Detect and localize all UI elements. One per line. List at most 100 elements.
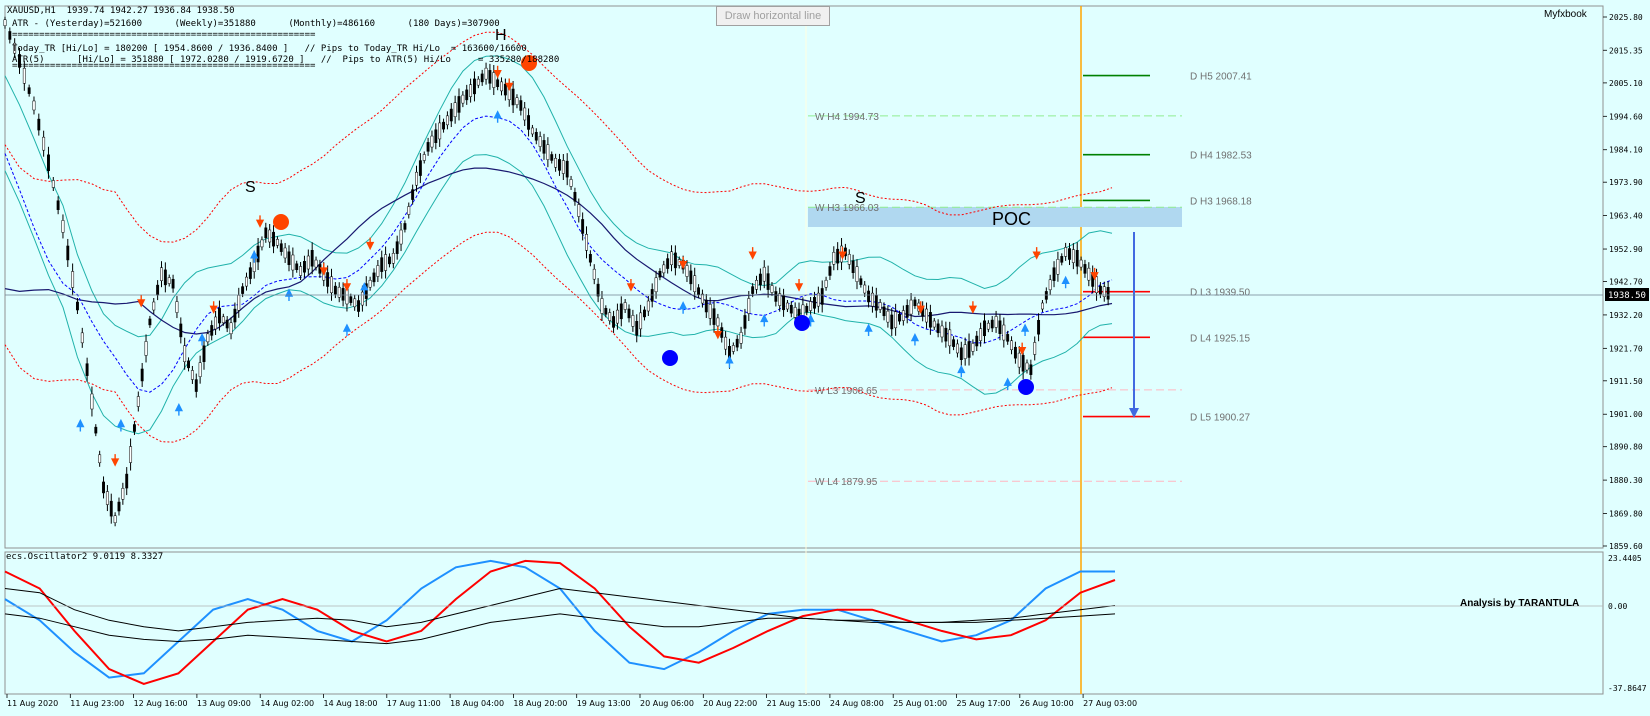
candle-body — [275, 239, 279, 246]
candle-body — [708, 304, 712, 319]
pivot-level-label: D H4 1982.53 — [1190, 151, 1252, 162]
candle-body — [183, 345, 187, 363]
candle-body — [187, 360, 190, 369]
candle-body — [1017, 352, 1021, 368]
candle-body — [476, 78, 480, 86]
candle-body — [407, 206, 411, 215]
candle-body — [457, 96, 461, 113]
candle-body — [121, 488, 125, 500]
candle-body — [959, 347, 963, 361]
candle-body — [272, 231, 275, 247]
candle-body — [898, 313, 901, 322]
candle-body — [565, 160, 569, 178]
candle-body — [700, 293, 704, 304]
candle-body — [836, 248, 840, 264]
candle-body — [75, 301, 79, 311]
pivot-level-label: W L4 1879.95 — [815, 477, 878, 488]
candle-body — [530, 127, 534, 135]
y-tick-label: 1859.60 — [1609, 542, 1643, 551]
x-tick-label: 20 Aug 06:00 — [640, 699, 694, 708]
x-tick-label: 25 Aug 01:00 — [893, 699, 947, 708]
candle-body — [306, 255, 310, 270]
candle-body — [774, 291, 778, 302]
candle-body — [1048, 279, 1052, 291]
candle-body — [952, 339, 956, 347]
candle-body — [693, 275, 697, 292]
header-separator: ========================================… — [12, 30, 316, 40]
candle-body — [990, 319, 994, 329]
candle-body — [156, 284, 160, 296]
candle-body — [388, 256, 391, 265]
candle-body — [256, 245, 260, 263]
candle-body — [1106, 287, 1110, 300]
candle-body — [608, 312, 612, 321]
candle-body — [85, 363, 89, 376]
signal-dot-icon — [273, 214, 289, 230]
candle-body — [3, 19, 7, 26]
candle-body — [148, 318, 152, 326]
candle-body — [210, 325, 214, 336]
candle-body — [716, 317, 720, 327]
candle-body — [125, 473, 129, 489]
candle-body — [295, 263, 299, 271]
candle-body — [248, 267, 252, 279]
candle-body — [1029, 364, 1033, 375]
candle-body — [689, 270, 693, 285]
candle-body — [1087, 267, 1091, 281]
candle-body — [994, 316, 998, 328]
candle-body — [905, 305, 909, 318]
candle-body — [245, 276, 248, 287]
chart-background — [0, 0, 1650, 716]
candle-body — [627, 308, 631, 319]
candle-body — [542, 140, 546, 154]
draw-horizontal-line-tooltip[interactable]: Draw horizontal line — [716, 6, 830, 26]
candle-body — [360, 291, 364, 306]
candle-body — [194, 379, 198, 392]
candle-body — [577, 204, 581, 217]
candle-body — [782, 295, 786, 311]
candle-body — [882, 306, 886, 317]
candle-body — [418, 160, 422, 176]
candle-body — [673, 252, 677, 269]
x-tick-label: 14 Aug 18:00 — [324, 699, 378, 708]
candle-body — [901, 310, 905, 321]
left-shoulder-label: S — [245, 179, 256, 196]
candle-body — [357, 300, 360, 312]
candle-body — [751, 286, 755, 294]
candle-body — [488, 70, 492, 84]
candle-body — [585, 234, 588, 251]
candle-body — [820, 288, 824, 305]
candle-body — [152, 301, 156, 311]
y-tick-label: 1901.00 — [1609, 410, 1643, 419]
candle-body — [326, 272, 330, 287]
candle-body — [867, 290, 871, 303]
x-tick-label: 27 Aug 03:00 — [1083, 699, 1137, 708]
y-tick-label: 1952.90 — [1609, 245, 1643, 254]
candle-body — [983, 320, 986, 337]
candle-body — [639, 312, 643, 330]
candle-body — [117, 501, 121, 512]
candle-body — [484, 67, 488, 80]
candle-body — [643, 309, 646, 318]
analysis-label: Analysis by TARANTULA — [1460, 598, 1580, 609]
head-label: H — [495, 27, 507, 44]
candle-body — [824, 279, 828, 288]
candle-body — [160, 267, 163, 281]
candle-body — [550, 154, 554, 161]
candle-body — [353, 298, 357, 308]
candle-body — [704, 299, 708, 313]
candle-body — [279, 243, 283, 252]
candle-body — [523, 107, 527, 121]
signal-dot-icon — [662, 350, 678, 366]
chart-svg: D H5 2007.41 W H4 1994.73 D H4 1982.53 D H3… — [0, 0, 1650, 716]
candle-body — [80, 332, 84, 344]
candle-body — [925, 308, 928, 323]
x-tick-label: 19 Aug 13:00 — [577, 699, 631, 708]
candle-body — [685, 265, 689, 277]
candle-body — [955, 343, 959, 354]
x-tick-label: 25 Aug 17:00 — [957, 699, 1011, 708]
candle-body — [341, 288, 345, 301]
candle-body — [662, 264, 666, 274]
candle-body — [890, 314, 894, 330]
candle-body — [666, 258, 670, 269]
